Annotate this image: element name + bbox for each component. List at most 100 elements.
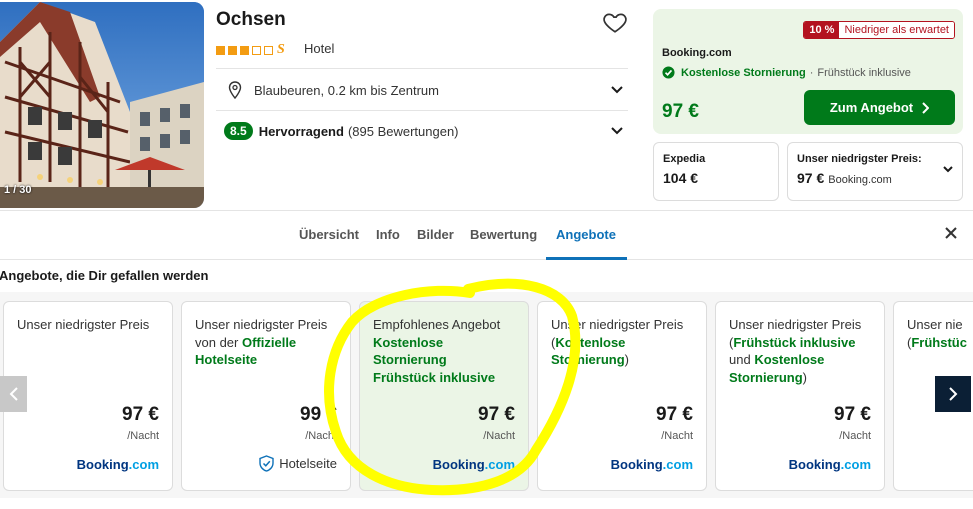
- offer-card[interactable]: Unser niedrigster Preis (Kostenlose Stor…: [537, 301, 707, 491]
- offer-line: Unser niedrigster Preis: [551, 317, 684, 332]
- offers-section-title: Angebote, die Dir gefallen werden: [0, 268, 209, 283]
- star-filled-icon: [240, 45, 249, 55]
- offer-line: Empfohlenes Angebot: [373, 317, 501, 332]
- offer-highlight: Frühstück inklusive: [373, 369, 496, 385]
- tab-offers[interactable]: Angebote: [556, 227, 616, 242]
- carousel-next-button[interactable]: [935, 376, 971, 412]
- offer-price: 97 €: [122, 404, 159, 425]
- offer-line: Unser niedrigster Preis: [195, 317, 328, 332]
- offer-price: 97 €: [478, 404, 515, 425]
- offer-per-night: /Nacht: [839, 430, 871, 442]
- booking-logo: Booking.com: [433, 457, 515, 472]
- booking-logo-suffix: .com: [840, 457, 871, 472]
- divider: [216, 68, 628, 69]
- offer-description: Unser nie (Frühstüc: [907, 316, 973, 351]
- alt-price-value: 104 €: [663, 170, 699, 186]
- offer-highlight: Kostenlose: [373, 334, 444, 350]
- chevron-right-icon: [922, 101, 930, 114]
- carousel-prev-button[interactable]: [0, 376, 27, 412]
- alt-price-expedia[interactable]: Expedia 104 €: [653, 142, 779, 201]
- rating-count: (895 Bewertungen): [347, 123, 459, 139]
- booking-logo: Booking.com: [77, 457, 159, 472]
- feature-breakfast: Frühstück inklusive: [817, 66, 911, 79]
- rating-row[interactable]: 8.5 Hervorragend (895 Bewertungen): [216, 112, 628, 150]
- chevron-down-icon: [943, 166, 953, 173]
- offer-line: Unser niedrigster Preis: [17, 317, 150, 332]
- alt-price-lowest[interactable]: Unser niedrigster Preis: 97 € Booking.com: [787, 142, 963, 201]
- offer-highlight: Hotelseite: [195, 352, 258, 367]
- check-circle-icon: [662, 66, 675, 79]
- tab-overview[interactable]: Übersicht: [299, 227, 359, 242]
- offer-highlight: Frühstüc: [911, 334, 967, 350]
- booking-logo: Booking.com: [611, 457, 693, 472]
- alt-price-row: 97 € Booking.com: [797, 170, 892, 186]
- offer-card[interactable]: Unser niedrigster Preis (Frühstück inklu…: [715, 301, 885, 491]
- best-deal-box[interactable]: 10 % Niedriger als erwartet Booking.com …: [653, 9, 963, 134]
- arrow-left-icon: [9, 387, 18, 401]
- tab-info[interactable]: Info: [376, 227, 400, 242]
- offer-per-night: /Nacht: [661, 430, 693, 442]
- offer-line: Unser nie: [907, 317, 963, 332]
- offer-highlight: Stornierung: [729, 369, 803, 385]
- booking-logo-suffix: .com: [662, 457, 693, 472]
- star-filled-icon: [216, 45, 225, 55]
- offer-price: 99 €: [300, 404, 337, 425]
- provider-label: Hotelseite: [279, 456, 337, 471]
- booking-logo-text: Booking: [610, 457, 663, 472]
- offer-line: ): [802, 369, 808, 385]
- offer-line: und: [729, 352, 755, 367]
- booking-logo-text: Booking: [788, 457, 841, 472]
- offer-description: Unser niedrigster Preis (Kostenlose Stor…: [551, 316, 698, 369]
- chevron-down-icon[interactable]: [610, 85, 624, 95]
- superior-star-label: S: [277, 42, 285, 57]
- offer-per-night: /Nacht: [127, 430, 159, 442]
- star-empty-icon: [264, 45, 273, 55]
- location-row[interactable]: Blaubeuren, 0.2 km bis Zentrum: [216, 70, 628, 110]
- booking-logo: Booking.com: [789, 457, 871, 472]
- shield-icon: [259, 455, 274, 472]
- close-icon[interactable]: [943, 225, 959, 241]
- offer-highlight: Kostenlose: [754, 352, 825, 367]
- alt-price-label: Expedia: [663, 153, 706, 165]
- discount-text: Niedriger als erwartet: [839, 22, 954, 38]
- tab-reviews[interactable]: Bewertung: [470, 227, 537, 242]
- hotel-photo[interactable]: 1 / 30: [0, 2, 204, 208]
- heart-icon[interactable]: [602, 9, 628, 35]
- chevron-down-icon[interactable]: [610, 126, 624, 136]
- offer-description: Unser niedrigster Preis von der Offiziel…: [195, 316, 342, 369]
- star-filled-icon: [228, 45, 237, 55]
- offer-per-night: /Nacht: [483, 430, 515, 442]
- offers-carousel: Unser niedrigster Preis 97 € /Nacht Book…: [0, 292, 973, 498]
- offer-card-recommended[interactable]: Empfohlenes Angebot Kostenlose Stornieru…: [359, 301, 529, 491]
- offer-price: 97 €: [656, 404, 693, 425]
- rating-word: Hervorragend: [258, 123, 344, 139]
- alt-price-value: 97 €: [797, 170, 825, 186]
- location-text: Blaubeuren, 0.2 km bis Zentrum: [254, 82, 439, 98]
- booking-logo-text: Booking: [76, 457, 129, 472]
- hotel-site-provider: Hotelseite: [259, 455, 337, 472]
- alt-price-label: Unser niedrigster Preis:: [797, 153, 922, 165]
- feature-free-cancellation: Kostenlose Stornierung: [681, 66, 806, 79]
- view-deal-label: Zum Angebot: [829, 100, 914, 115]
- discount-badge: 10 % Niedriger als erwartet: [803, 21, 955, 39]
- deal-features: Kostenlose Stornierung · Frühstück inklu…: [662, 66, 911, 79]
- offer-per-night: /Nacht: [305, 430, 337, 442]
- offer-card[interactable]: Unser niedrigster Preis von der Offiziel…: [181, 301, 351, 491]
- location-pin-icon: [228, 81, 242, 99]
- booking-logo-suffix: .com: [128, 457, 159, 472]
- offer-description: Unser niedrigster Preis (Frühstück inklu…: [729, 316, 876, 386]
- divider: [216, 110, 628, 111]
- feature-separator: ·: [809, 66, 814, 79]
- hotel-name[interactable]: Ochsen: [216, 9, 286, 31]
- offer-highlight: Stornierung: [551, 352, 625, 367]
- star-rating: S: [216, 42, 285, 58]
- offer-line: von der: [195, 334, 242, 350]
- booking-logo-text: Booking: [432, 457, 485, 472]
- offer-highlight: Stornierung: [373, 352, 447, 367]
- offer-line: Unser niedrigster Preis: [729, 317, 862, 332]
- offer-price: 97 €: [834, 404, 871, 425]
- view-deal-button[interactable]: Zum Angebot: [804, 90, 955, 125]
- offer-card[interactable]: Unser niedrigster Preis 97 € /Nacht Book…: [3, 301, 173, 491]
- arrow-right-icon: [949, 387, 958, 401]
- tab-pictures[interactable]: Bilder: [417, 227, 454, 242]
